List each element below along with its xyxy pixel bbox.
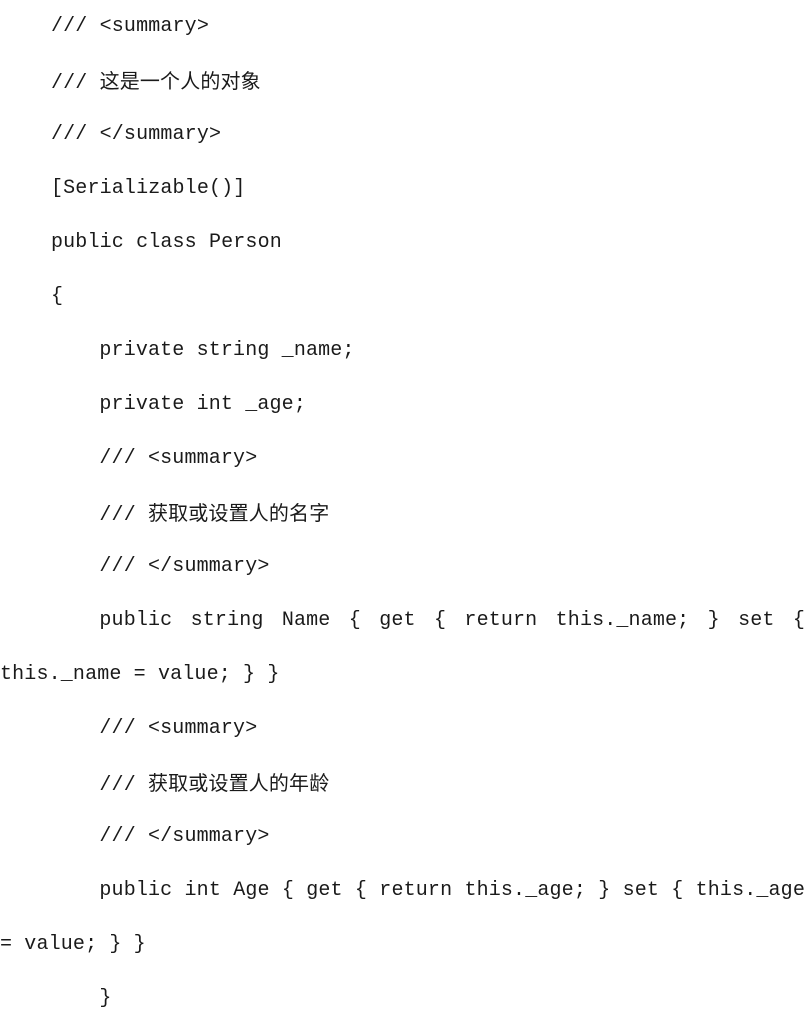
cjk-text: 获取或设置人的年龄	[148, 771, 330, 795]
code-line: {	[51, 285, 64, 308]
code-line: /// </summary>	[99, 825, 270, 848]
code-line: /// </summary>	[99, 555, 270, 578]
code-lines-container: /// <summary> /// 这是一个人的对象 /// </summary> […	[0, 0, 805, 1026]
code-line: /// <summary>	[51, 15, 209, 38]
code-line: public class Person	[51, 231, 282, 254]
code-line: private int _age;	[99, 393, 306, 416]
code-line: public string Name { get { return this._…	[0, 594, 805, 702]
code-line: /// </summary>	[51, 123, 222, 146]
code-line: }	[99, 987, 112, 1010]
code-line: private string _name;	[99, 339, 355, 362]
code-line: /// 这是一个人的对象	[51, 69, 261, 95]
cjk-text: 这是一个人的对象	[99, 69, 261, 93]
code-line: /// <summary>	[99, 717, 258, 740]
code-line: /// 获取或设置人的年龄	[99, 771, 330, 797]
code-listing-document: /// <summary> /// 这是一个人的对象 /// </summary> […	[0, 0, 805, 1010]
cjk-text: 获取或设置人的名字	[148, 501, 330, 525]
code-line: /// 获取或设置人的名字	[99, 501, 330, 527]
code-line: /// <summary>	[99, 447, 258, 470]
code-line: [Serializable()]	[51, 177, 246, 200]
code-line: public int Age { get { return this._age;…	[0, 864, 805, 972]
code-line-text: public string Name { get { return this._…	[0, 609, 805, 686]
code-line-text: public int Age { get { return this._age;…	[0, 879, 805, 956]
